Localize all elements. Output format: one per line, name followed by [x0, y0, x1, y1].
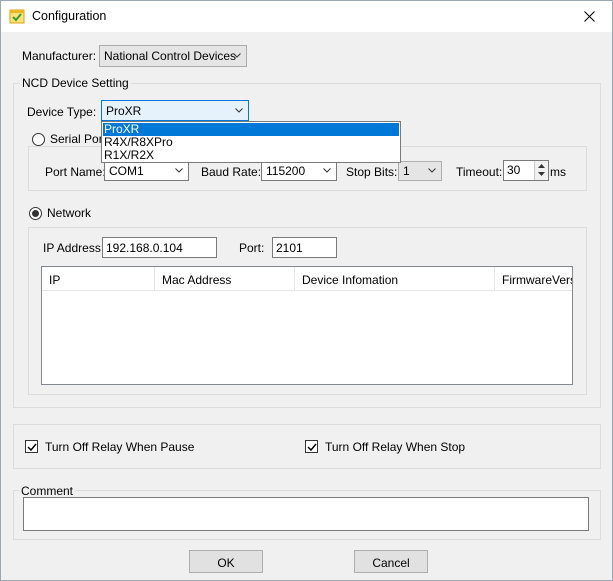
relay-stop-checkbox[interactable]	[305, 440, 318, 453]
app-icon	[9, 9, 25, 24]
spin-up-icon	[538, 164, 545, 168]
timeout-spinner[interactable]	[534, 161, 548, 180]
column-firmware-version[interactable]: FirmwareVersio	[495, 267, 572, 291]
manufacturer-label: Manufacturer:	[22, 49, 97, 63]
checkmark-icon	[307, 443, 317, 452]
stop-bits-value: 1	[403, 164, 410, 178]
port-name-select[interactable]: COM1	[104, 161, 189, 181]
column-mac-address[interactable]: Mac Address	[155, 267, 295, 291]
baud-rate-select[interactable]: 115200	[261, 161, 337, 181]
cancel-button[interactable]: Cancel	[354, 550, 428, 573]
spin-down-icon	[538, 172, 545, 176]
device-list[interactable]: IP Mac Address Device Infomation Firmwar…	[41, 266, 573, 385]
chevron-down-icon	[235, 108, 243, 113]
column-device-information[interactable]: Device Infomation	[295, 267, 495, 291]
chevron-down-icon	[428, 168, 436, 173]
ok-button[interactable]: OK	[189, 550, 263, 573]
timeout-input[interactable]: 30	[503, 160, 549, 181]
port-label: Port:	[239, 241, 265, 255]
ip-address-label: IP Address:	[43, 241, 105, 255]
port-name-label: Port Name:	[45, 165, 106, 179]
manufacturer-select[interactable]: National Control Devices	[99, 45, 247, 67]
window-title: Configuration	[32, 9, 107, 23]
relay-pause-checkbox[interactable]	[25, 440, 38, 453]
serial-port-label: Serial Port	[48, 132, 109, 146]
chevron-down-icon	[233, 53, 241, 58]
chevron-down-icon	[175, 168, 183, 173]
relay-stop-label: Turn Off Relay When Stop	[325, 440, 466, 454]
close-button[interactable]	[566, 1, 612, 32]
network-label: Network	[45, 206, 94, 220]
serial-port-radio[interactable]	[32, 133, 45, 146]
title-bar: Configuration	[1, 1, 612, 32]
chevron-down-icon	[323, 168, 331, 173]
ncd-device-setting-title: NCD Device Setting	[20, 76, 131, 90]
network-radio[interactable]	[29, 207, 42, 220]
ip-address-value: 192.168.0.104	[106, 241, 183, 255]
device-type-dropdown: ProXR R4X/R8XPro R1X/R2X	[101, 121, 401, 163]
device-type-label: Device Type:	[27, 105, 97, 119]
stop-bits-select[interactable]: 1	[398, 161, 442, 181]
comment-title: Comment	[19, 484, 76, 498]
comment-input[interactable]	[23, 497, 589, 531]
timeout-value: 30	[507, 163, 521, 177]
column-ip[interactable]: IP	[42, 267, 155, 291]
stop-bits-label: Stop Bits:	[346, 165, 398, 179]
port-value: 2101	[276, 241, 303, 255]
ok-label: OK	[217, 556, 235, 570]
baud-rate-label: Baud Rate:	[201, 165, 262, 179]
baud-rate-value: 115200	[266, 164, 306, 178]
close-icon	[583, 11, 595, 22]
device-type-value: ProXR	[106, 104, 142, 118]
configuration-window: Configuration Manufacturer: National Con…	[0, 0, 613, 581]
cancel-label: Cancel	[372, 556, 410, 570]
device-type-option[interactable]: R1X/R2X	[103, 149, 399, 162]
ip-address-input[interactable]: 192.168.0.104	[102, 237, 217, 258]
manufacturer-value: National Control Devices	[104, 49, 237, 63]
device-list-header: IP Mac Address Device Infomation Firmwar…	[42, 267, 572, 291]
checkmark-icon	[27, 443, 37, 452]
relay-pause-label: Turn Off Relay When Pause	[45, 440, 195, 454]
timeout-unit: ms	[550, 165, 566, 179]
port-name-value: COM1	[109, 164, 144, 178]
port-input[interactable]: 2101	[272, 237, 337, 258]
device-type-select[interactable]: ProXR	[101, 100, 249, 121]
timeout-label: Timeout:	[456, 165, 503, 179]
